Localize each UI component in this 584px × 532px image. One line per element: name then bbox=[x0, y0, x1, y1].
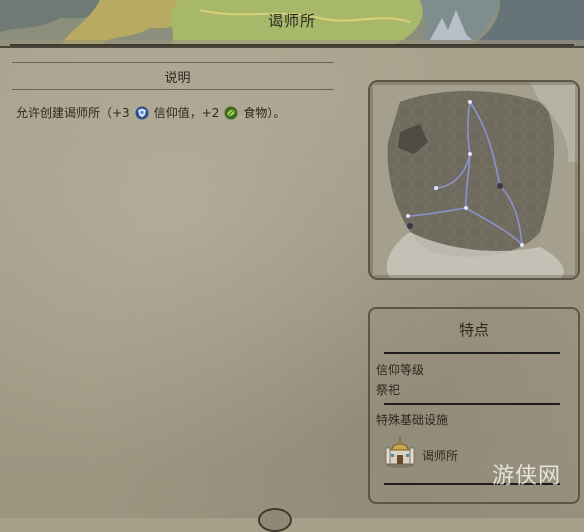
description-text-prefix: 允许创建谒师所（+3 bbox=[16, 106, 130, 120]
description-text: 允许创建谒师所（+3 信仰值，+2 食物）。 bbox=[16, 104, 285, 121]
faith-level-label: 信仰等级 bbox=[376, 363, 425, 377]
food-icon bbox=[224, 106, 238, 120]
title-banner: 谒师所 bbox=[0, 0, 584, 48]
building-name: 谒师所 bbox=[422, 449, 459, 463]
faith-level-value: 祭祀 bbox=[376, 383, 401, 397]
shrine-building-icon[interactable] bbox=[384, 434, 416, 468]
features-rule-1 bbox=[384, 352, 560, 354]
section-divider-top bbox=[12, 62, 334, 63]
description-header: 说明 bbox=[164, 71, 191, 86]
faith-icon bbox=[135, 106, 149, 120]
minimap-art bbox=[370, 82, 578, 278]
special-infrastructure-label: 特殊基础设施 bbox=[376, 413, 449, 427]
window-title: 谒师所 bbox=[267, 12, 316, 30]
section-divider-bottom bbox=[12, 89, 334, 90]
description-faith-label: 信仰值，+2 bbox=[153, 106, 220, 120]
features-title: 特点 bbox=[458, 321, 489, 339]
watermark: 游侠网 bbox=[492, 464, 562, 489]
bottom-ornament bbox=[258, 508, 292, 532]
description-food-label: 食物）。 bbox=[243, 106, 286, 120]
features-rule-2 bbox=[384, 403, 560, 405]
banner-divider bbox=[10, 44, 574, 46]
minimap bbox=[368, 80, 580, 280]
